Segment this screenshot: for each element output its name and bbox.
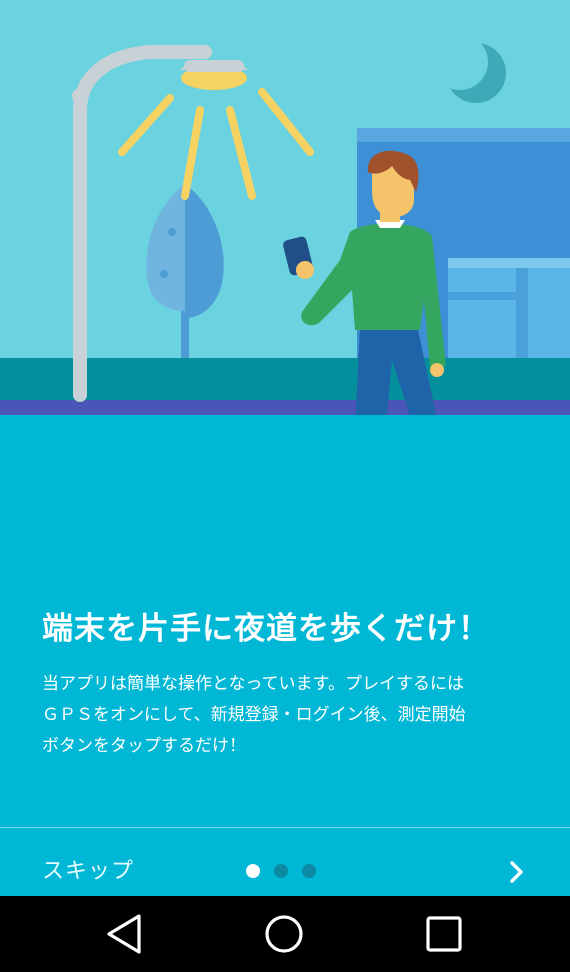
description-line: ボタンをタップするだけ！ (42, 736, 246, 756)
night-walk-illustration (0, 0, 570, 420)
onboarding-content: 端末を片手に夜道を歩くだけ！ 当アプリは簡単な操作となっています。プレイするには… (0, 415, 570, 896)
page-dot-active[interactable] (246, 864, 260, 878)
onboarding-title: 端末を片手に夜道を歩くだけ！ (42, 611, 490, 647)
onboarding-description: 当アプリは簡単な操作となっています。プレイするには ＧＰＳをオンにして、新規登録… (42, 669, 542, 762)
page-dot[interactable] (302, 864, 316, 878)
back-triangle-icon[interactable] (101, 910, 149, 958)
chevron-right-icon[interactable] (502, 857, 532, 887)
page-dot[interactable] (274, 864, 288, 878)
recents-square-icon[interactable] (420, 910, 468, 958)
page-indicator (246, 864, 316, 878)
onboarding-screen: 端末を片手に夜道を歩くだけ！ 当アプリは簡単な操作となっています。プレイするには… (0, 0, 570, 972)
description-line: ＧＰＳをオンにして、新規登録・ログイン後、測定開始 (42, 705, 466, 725)
system-navigation-bar (0, 896, 570, 972)
description-line: 当アプリは簡単な操作となっています。プレイするには (42, 674, 464, 694)
skip-button[interactable]: スキップ (42, 853, 134, 885)
street-stripe (0, 400, 570, 416)
home-circle-icon[interactable] (260, 910, 308, 958)
footer-divider (0, 827, 570, 828)
